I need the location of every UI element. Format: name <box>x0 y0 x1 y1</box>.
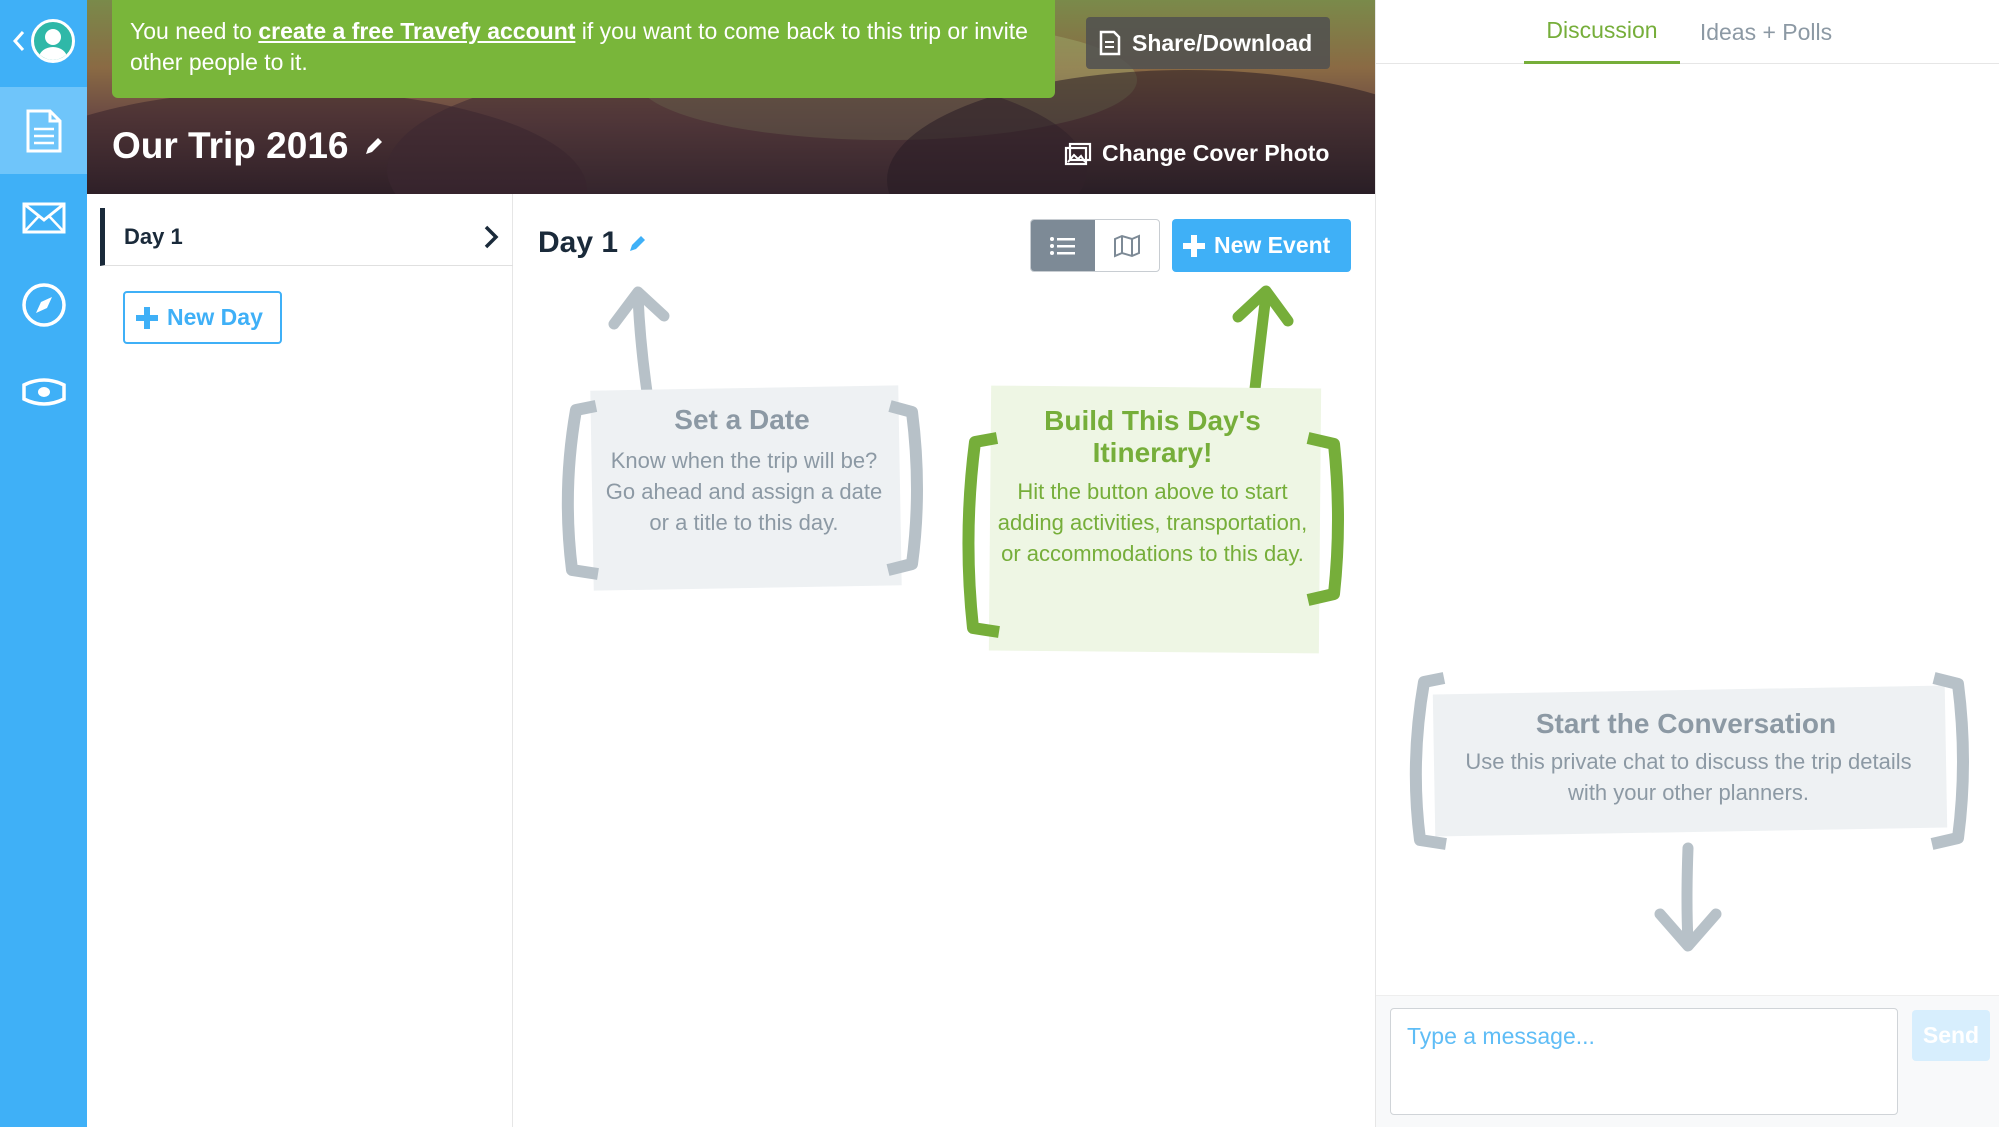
envelope-icon <box>22 202 65 233</box>
bracket-left-icon <box>1409 672 1447 850</box>
document-icon <box>26 109 61 152</box>
day-title-text: Day 1 <box>538 226 619 259</box>
change-cover-photo-label: Change Cover Photo <box>1102 140 1330 166</box>
rail-budget[interactable] <box>0 348 87 435</box>
tab-ideas-polls[interactable]: Ideas + Polls <box>1691 0 1841 64</box>
list-icon <box>1050 236 1075 255</box>
send-label: Send <box>1922 1022 1980 1048</box>
day-list-item-label: Day 1 <box>124 223 183 249</box>
chevron-right-icon <box>484 225 499 248</box>
hint-title: Build This Day's Itinerary! <box>1044 405 1261 468</box>
new-day-button[interactable]: New Day <box>123 291 282 344</box>
plus-icon <box>136 306 158 329</box>
trip-title: Our Trip 2016 <box>112 125 385 167</box>
trip-cover: You need to create a free Travefy accoun… <box>87 0 1375 194</box>
view-toggle <box>1030 219 1160 272</box>
share-download-button[interactable]: Share/Download <box>1086 17 1330 69</box>
rail-explore[interactable] <box>0 261 87 348</box>
tab-discussion[interactable]: Discussion <box>1524 0 1680 64</box>
photo-icon <box>1064 142 1092 165</box>
share-download-label: Share/Download <box>1132 29 1313 56</box>
back-button[interactable] <box>0 0 87 85</box>
message-input[interactable] <box>1390 1008 1898 1115</box>
map-icon <box>1114 233 1140 258</box>
chevron-left-icon <box>12 31 25 51</box>
day-list-item[interactable]: Day 1 <box>100 208 513 266</box>
hint-body: Use this private chat to discuss the tri… <box>1465 749 1912 805</box>
new-event-label: New Event <box>1214 232 1331 258</box>
arrow-up-icon <box>1232 285 1294 403</box>
compass-icon <box>21 282 66 327</box>
map-view-button[interactable] <box>1095 220 1159 271</box>
change-cover-photo-button[interactable]: Change Cover Photo <box>1064 140 1329 167</box>
tab-label: Ideas + Polls <box>1699 18 1833 45</box>
day-title: Day 1 <box>538 226 648 260</box>
account-notice: You need to create a free Travefy accoun… <box>112 0 1055 98</box>
arrow-up-icon <box>608 286 670 404</box>
new-day-label: New Day <box>167 304 263 330</box>
send-button[interactable]: Send <box>1912 1010 1990 1061</box>
trip-title-text: Our Trip 2016 <box>112 125 349 166</box>
message-composer: Send <box>1376 995 1999 1127</box>
bracket-right-icon <box>1930 672 1969 850</box>
tab-label: Discussion <box>1546 17 1658 43</box>
hint-body: Know when the trip will be? Go ahead and… <box>605 448 883 535</box>
arrow-down-icon <box>1654 842 1722 952</box>
hint-title: Set a Date <box>674 404 810 435</box>
hint-body: Hit the button above to start adding act… <box>997 479 1308 566</box>
day-list: Day 1 New Day <box>87 194 513 1127</box>
icon-rail <box>0 0 87 1127</box>
create-account-link[interactable]: create a free Travefy account <box>258 18 575 44</box>
pencil-icon[interactable] <box>363 135 385 157</box>
list-view-button[interactable] <box>1031 220 1095 271</box>
rail-messages[interactable] <box>0 174 87 261</box>
chat-tabs: Discussion Ideas + Polls <box>1376 0 1999 64</box>
rail-itinerary[interactable] <box>0 87 87 174</box>
plus-icon <box>1183 234 1205 257</box>
avatar[interactable] <box>31 19 75 63</box>
new-event-button[interactable]: New Event <box>1172 219 1351 272</box>
chat-panel: Discussion Ideas + Polls Start the Conve… <box>1375 0 1999 1127</box>
user-silhouette-icon <box>39 29 67 60</box>
notice-text: You need to <box>130 18 259 44</box>
hint-title: Start the Conversation <box>1535 708 1837 739</box>
money-icon <box>21 377 66 406</box>
share-document-icon <box>1099 30 1121 56</box>
pencil-icon[interactable] <box>628 233 648 253</box>
